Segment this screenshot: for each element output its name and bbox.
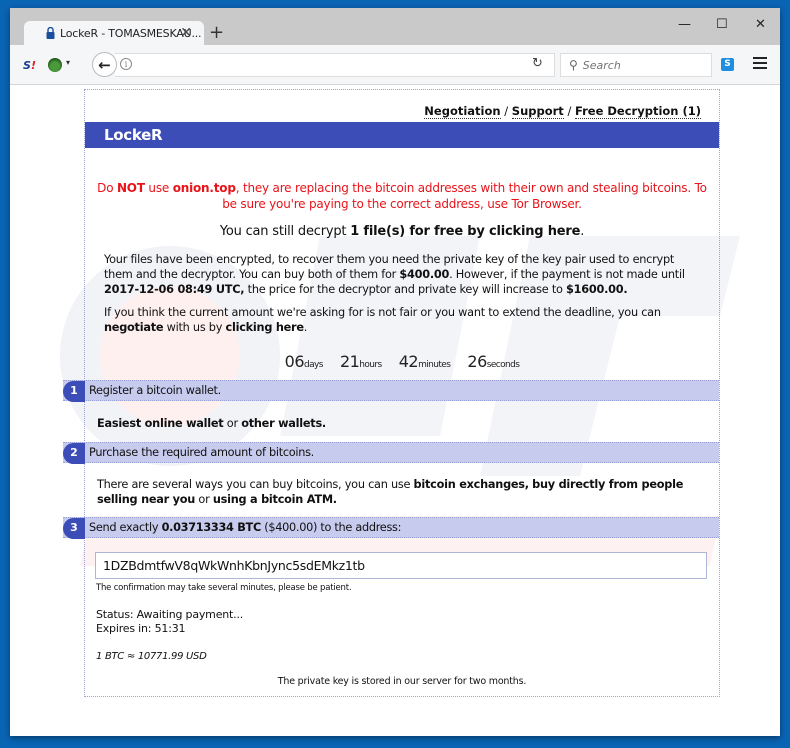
url-bar[interactable] — [115, 53, 555, 77]
info-icon[interactable]: i — [120, 58, 132, 70]
countdown-unit: seconds — [486, 360, 520, 370]
step-text: or — [223, 417, 242, 430]
search-icon: ⚲ — [569, 58, 578, 72]
negotiate-text: negotiate — [104, 321, 164, 334]
close-window-icon[interactable]: ✕ — [755, 17, 766, 32]
page-content: Negotiation / Support / Free Decryption … — [10, 86, 780, 736]
brand-title: LockeR — [104, 126, 163, 144]
exchanges-link[interactable]: bitcoin exchanges, — [414, 478, 530, 491]
back-arrow-icon: ← — [98, 55, 111, 74]
link-separator: / — [563, 104, 575, 118]
btc-address-field[interactable] — [95, 552, 707, 579]
countdown-hours: 21 — [339, 352, 360, 371]
other-wallets-link[interactable]: other wallets. — [241, 417, 326, 430]
deadline: 2017-12-06 08:49 UTC, — [104, 283, 245, 296]
maximize-icon[interactable]: ☐ — [716, 17, 728, 32]
online-wallet-link[interactable]: Easiest online wallet — [97, 417, 224, 430]
warning-text: Do — [97, 181, 117, 195]
para-text: with us by — [163, 321, 226, 334]
step-1-header: 1 Register a bitcoin wallet. — [63, 380, 719, 402]
reload-icon[interactable]: ↻ — [532, 56, 543, 71]
countdown-seconds: 26 — [467, 352, 487, 371]
countdown-unit: days — [304, 360, 323, 370]
negotiation-paragraph: If you think the current amount we're as… — [104, 305, 704, 335]
support-link[interactable]: Support — [511, 104, 564, 119]
browser-window: LockeR - TOMASMESKAU... ✕ + — ☐ ✕ S! ▾ ←… — [10, 8, 780, 736]
warning-text: , they are replacing the bitcoin address… — [222, 181, 707, 211]
para-text: If you think the current amount we're as… — [104, 306, 661, 319]
step-1-body: Easiest online wallet or other wallets. — [97, 416, 707, 431]
step-2-body: There are several ways you can buy bitco… — [97, 477, 707, 507]
bitcoin-atm-link[interactable]: using a bitcoin ATM. — [213, 493, 337, 506]
title-bar: LockeR - TOMASMESKAU... ✕ + — ☐ ✕ — [10, 8, 780, 46]
step-title: Register a bitcoin wallet. — [89, 384, 221, 397]
step-number-badge: 1 — [63, 381, 85, 402]
new-tab-icon[interactable]: + — [209, 22, 224, 43]
step-number-badge: 2 — [63, 443, 85, 464]
top-links: Negotiation / Support / Free Decryption … — [424, 104, 701, 119]
free-decrypt-prefix: You can still decrypt — [219, 224, 351, 239]
encryption-paragraph: Your files have been encrypted, to recov… — [104, 252, 704, 297]
free-decryption-link[interactable]: Free Decryption (1) — [574, 104, 701, 119]
chevron-down-icon[interactable]: ▾ — [66, 58, 70, 67]
skype-extension-icon[interactable]: S — [721, 58, 734, 71]
stored-note: The private key is stored in our server … — [277, 676, 527, 687]
countdown-unit: hours — [359, 360, 382, 370]
warning-text: use — [144, 181, 173, 195]
extension-onion-icon[interactable] — [48, 58, 62, 72]
browser-tab[interactable]: LockeR - TOMASMESKAU... ✕ — [24, 21, 204, 46]
link-separator: / — [500, 104, 512, 118]
free-decrypt-suffix: . — [580, 224, 585, 239]
payment-status: Status: Awaiting payment... Expires in: … — [96, 608, 243, 636]
close-tab-icon[interactable]: ✕ — [180, 25, 192, 41]
back-button[interactable]: ← — [92, 52, 117, 77]
negotiate-link[interactable]: clicking here — [226, 321, 305, 334]
price: $400.00 — [399, 268, 450, 281]
minimize-icon[interactable]: — — [678, 17, 691, 32]
countdown-unit: minutes — [418, 360, 451, 370]
ransom-page: Negotiation / Support / Free Decryption … — [63, 89, 720, 697]
warning-message: Do NOT use onion.top, they are replacing… — [95, 180, 709, 212]
countdown-timer: 06days 21hours 42minutes 26seconds — [85, 352, 719, 371]
btc-address-input[interactable] — [96, 553, 706, 578]
para-text: . — [303, 321, 308, 334]
nav-toolbar: S! ▾ ← i ↻ ⚲ S — [10, 45, 780, 85]
step-3-header: 3 Send exactly 0.03713334 BTC ($400.00) … — [63, 517, 719, 539]
btc-amount: 0.03713334 BTC — [161, 521, 262, 534]
step-text: ($400.00) to the address: — [260, 521, 402, 534]
step-2-header: 2 Purchase the required amount of bitcoi… — [63, 442, 719, 464]
free-decrypt-link[interactable]: 1 file(s) for free by clicking here — [350, 224, 580, 239]
hamburger-menu-icon[interactable] — [753, 57, 767, 72]
free-decrypt-line: You can still decrypt 1 file(s) for free… — [95, 224, 709, 239]
step-title: Send exactly 0.03713334 BTC ($400.00) to… — [89, 521, 401, 534]
countdown-days: 06 — [284, 352, 305, 371]
step-number-badge: 3 — [63, 518, 85, 539]
exchange-rate: 1 BTC ≈ 10771.99 USD — [96, 651, 207, 662]
extension-s-icon[interactable]: S! — [23, 59, 36, 72]
para-text: the price for the decryptor and private … — [244, 283, 567, 296]
step-text: or — [195, 493, 213, 506]
confirmation-note: The confirmation may take several minute… — [96, 583, 352, 593]
expires-text: Expires in: 51:31 — [96, 622, 186, 635]
countdown-minutes: 42 — [398, 352, 419, 371]
header-banner: LockeR — [85, 122, 719, 148]
search-input[interactable] — [582, 58, 703, 72]
increased-price: $1600.00. — [566, 283, 628, 296]
warning-domain: onion.top — [172, 181, 236, 195]
lock-icon — [46, 27, 55, 39]
para-text: . However, if the payment is not made un… — [449, 268, 685, 281]
step-title: Purchase the required amount of bitcoins… — [89, 446, 314, 459]
step-text: Send exactly — [89, 521, 162, 534]
negotiation-link[interactable]: Negotiation — [424, 104, 501, 119]
step-text: There are several ways you can buy bitco… — [97, 478, 414, 491]
status-text: Status: Awaiting payment... — [96, 608, 244, 621]
search-box[interactable]: ⚲ — [560, 53, 712, 77]
warning-bold: NOT — [116, 181, 145, 195]
